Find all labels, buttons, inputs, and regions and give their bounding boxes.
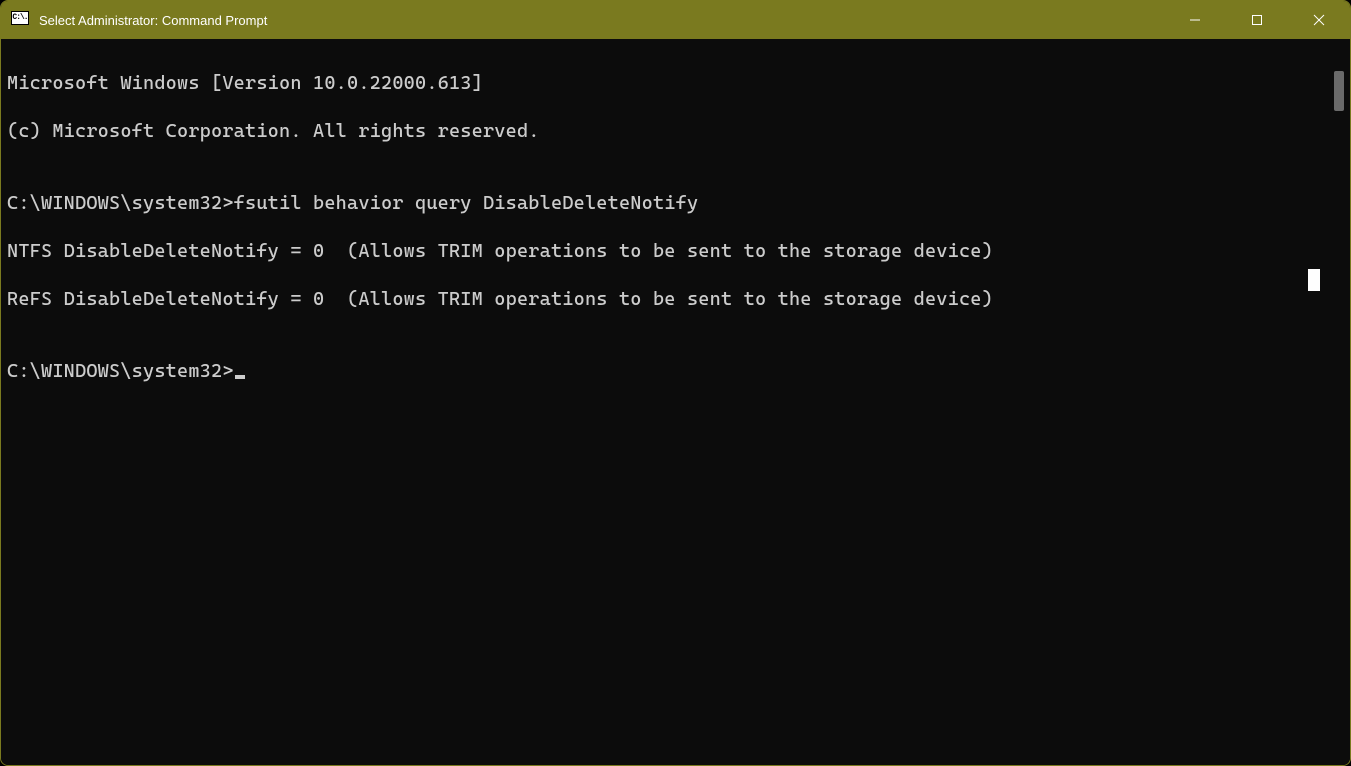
command-prompt-window: C:\. Select Administrator: Command Promp…: [0, 0, 1351, 766]
terminal-viewport[interactable]: Microsoft Windows [Version 10.0.22000.61…: [1, 39, 1350, 765]
window-title: Select Administrator: Command Prompt: [39, 13, 267, 28]
window-controls: [1164, 1, 1350, 39]
output-line: Microsoft Windows [Version 10.0.22000.61…: [7, 71, 1344, 95]
cmd-icon: C:\.: [11, 11, 29, 29]
title-bar[interactable]: C:\. Select Administrator: Command Promp…: [1, 1, 1350, 39]
selection-block: [1308, 269, 1320, 291]
scrollbar-track[interactable]: [1332, 45, 1346, 759]
scrollbar-thumb[interactable]: [1334, 71, 1344, 111]
prompt-line: C:\WINDOWS\system32>: [7, 359, 1344, 383]
output-line: NTFS DisableDeleteNotify = 0 (Allows TRI…: [7, 239, 1344, 263]
close-button[interactable]: [1288, 1, 1350, 39]
vertical-scrollbar[interactable]: [1332, 45, 1346, 759]
prompt-text: C:\WINDOWS\system32>: [7, 360, 234, 382]
minimize-button[interactable]: [1164, 1, 1226, 39]
output-line: (c) Microsoft Corporation. All rights re…: [7, 119, 1344, 143]
output-line: C:\WINDOWS\system32>fsutil behavior quer…: [7, 191, 1344, 215]
maximize-button[interactable]: [1226, 1, 1288, 39]
text-cursor: [235, 375, 245, 379]
terminal-output: Microsoft Windows [Version 10.0.22000.61…: [1, 39, 1350, 437]
output-line: ReFS DisableDeleteNotify = 0 (Allows TRI…: [7, 287, 1344, 311]
